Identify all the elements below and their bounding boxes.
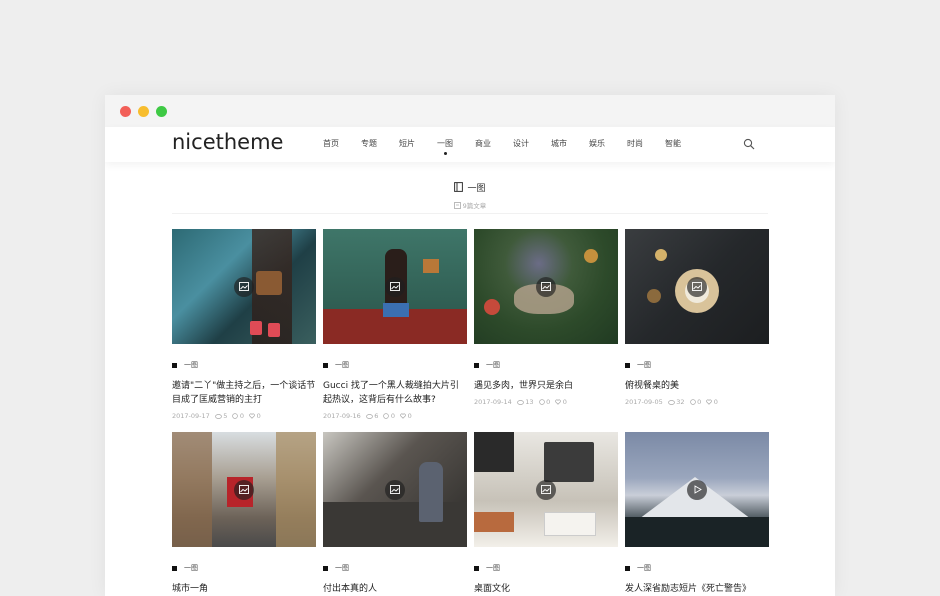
search-icon[interactable] xyxy=(743,138,755,150)
category-count-label: 9篇文章 xyxy=(462,202,487,210)
nav-item-smart[interactable]: 智能 xyxy=(665,138,681,149)
tablet-icon xyxy=(454,182,464,192)
post-category[interactable]: 一图 xyxy=(625,360,769,370)
post-thumbnail[interactable] xyxy=(474,432,618,547)
post-category[interactable]: 一图 xyxy=(172,563,316,573)
minimize-window-button[interactable] xyxy=(138,106,149,117)
post-title[interactable]: 城市一角 xyxy=(172,582,316,596)
category-header: 一图 9篇文章 xyxy=(105,177,835,210)
post-card[interactable]: 一图 城市一角 xyxy=(172,432,316,596)
site-header: nicetheme 首页 专题 短片 一图 商业 设计 城市 娱乐 时尚 智能 xyxy=(105,127,835,162)
nav-item-topics[interactable]: 专题 xyxy=(361,138,377,149)
image-icon xyxy=(536,479,556,500)
category-count: 9篇文章 xyxy=(105,200,835,210)
post-date: 2017-09-14 xyxy=(474,398,512,406)
post-card[interactable]: 一图 邀请"二丫"做主持之后，一个谈话节目成了匡威营销的主打 2017-09-1… xyxy=(172,229,316,420)
comment-icon xyxy=(232,413,239,419)
post-card[interactable]: 一图 发人深省励志短片《死亡警告》 xyxy=(625,432,769,596)
image-icon xyxy=(536,276,556,297)
post-category[interactable]: 一图 xyxy=(625,563,769,573)
main-nav: 首页 专题 短片 一图 商业 设计 城市 娱乐 时尚 智能 xyxy=(323,138,703,155)
post-card[interactable]: 一图 Gucci 找了一个黑人裁缝拍大片引起热议，这背后有什么故事? 2017-… xyxy=(323,229,467,420)
post-category[interactable]: 一图 xyxy=(323,360,467,370)
nav-item-business[interactable]: 商业 xyxy=(475,138,491,149)
browser-window: nicetheme 首页 专题 短片 一图 商业 设计 城市 娱乐 时尚 智能 … xyxy=(105,95,835,596)
close-window-button[interactable] xyxy=(120,106,131,117)
image-icon xyxy=(234,276,254,297)
nav-item-photo[interactable]: 一图 xyxy=(437,138,453,155)
heart-icon xyxy=(400,413,406,419)
post-date: 2017-09-17 xyxy=(172,412,210,420)
comment-icon xyxy=(538,399,545,405)
post-thumbnail[interactable] xyxy=(474,229,618,344)
nav-item-shorts[interactable]: 短片 xyxy=(399,138,415,149)
comment-icon xyxy=(383,413,390,419)
post-thumbnail[interactable] xyxy=(323,432,467,547)
post-thumbnail[interactable] xyxy=(172,229,316,344)
nav-item-design[interactable]: 设计 xyxy=(513,138,529,149)
heart-icon xyxy=(555,399,561,405)
post-thumbnail[interactable] xyxy=(323,229,467,344)
image-icon xyxy=(687,276,707,297)
post-category[interactable]: 一图 xyxy=(323,563,467,573)
post-stats: 2017-09-14 13 0 0 xyxy=(474,398,567,406)
nav-item-city[interactable]: 城市 xyxy=(551,138,567,149)
nav-item-home[interactable]: 首页 xyxy=(323,138,339,149)
post-card[interactable]: 一图 桌面文化 xyxy=(474,432,618,596)
post-card[interactable]: 一图 遇见多肉，世界只是余白 2017-09-14 13 0 0 xyxy=(474,229,618,406)
post-stats: 2017-09-16 6 0 0 xyxy=(323,412,412,420)
post-title[interactable]: 遇见多肉，世界只是余白 xyxy=(474,379,618,393)
eye-icon xyxy=(516,399,524,405)
image-icon xyxy=(385,479,405,500)
category-title-label: 一图 xyxy=(467,183,486,194)
category-title: 一图 xyxy=(454,181,486,194)
post-stats: 2017-09-05 32 0 0 xyxy=(625,398,718,406)
nav-item-entertainment[interactable]: 娱乐 xyxy=(589,138,605,149)
post-date: 2017-09-05 xyxy=(625,398,663,406)
maximize-window-button[interactable] xyxy=(156,106,167,117)
post-card[interactable]: 一图 俯视餐桌的美 2017-09-05 32 0 0 xyxy=(625,229,769,406)
post-category[interactable]: 一图 xyxy=(474,360,618,370)
play-icon xyxy=(687,479,707,500)
site-logo[interactable]: nicetheme xyxy=(172,130,283,154)
image-icon xyxy=(385,276,405,297)
eye-icon xyxy=(667,399,675,405)
post-thumbnail[interactable] xyxy=(172,432,316,547)
post-title[interactable]: 俯视餐桌的美 xyxy=(625,379,769,393)
document-icon xyxy=(453,201,461,209)
post-card[interactable]: 一图 付出本真的人 xyxy=(323,432,467,596)
post-category[interactable]: 一图 xyxy=(172,360,316,370)
window-titlebar xyxy=(105,95,835,127)
post-date: 2017-09-16 xyxy=(323,412,361,420)
post-title[interactable]: 邀请"二丫"做主持之后，一个谈话节目成了匡威营销的主打 xyxy=(172,379,316,407)
comment-icon xyxy=(689,399,696,405)
post-title[interactable]: 桌面文化 xyxy=(474,582,618,596)
post-title[interactable]: 付出本真的人 xyxy=(323,582,467,596)
eye-icon xyxy=(365,413,373,419)
divider xyxy=(172,213,768,214)
post-title[interactable]: Gucci 找了一个黑人裁缝拍大片引起热议，这背后有什么故事? xyxy=(323,379,467,407)
heart-icon xyxy=(249,413,255,419)
post-stats: 2017-09-17 5 0 0 xyxy=(172,412,261,420)
nav-item-fashion[interactable]: 时尚 xyxy=(627,138,643,149)
post-category[interactable]: 一图 xyxy=(474,563,618,573)
post-thumbnail[interactable] xyxy=(625,229,769,344)
heart-icon xyxy=(706,399,712,405)
eye-icon xyxy=(214,413,222,419)
post-thumbnail[interactable] xyxy=(625,432,769,547)
post-title[interactable]: 发人深省励志短片《死亡警告》 xyxy=(625,582,769,596)
image-icon xyxy=(234,479,254,500)
